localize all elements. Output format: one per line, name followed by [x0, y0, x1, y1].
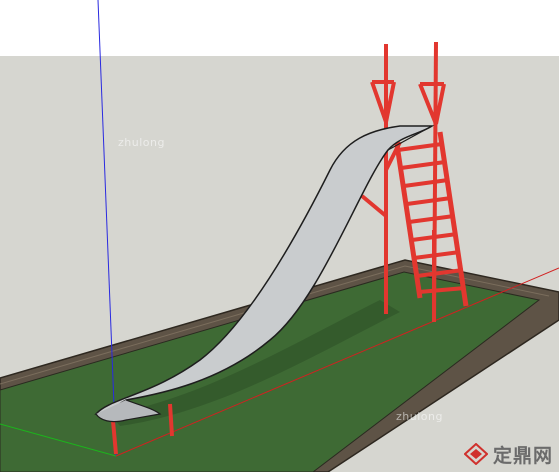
watermark-left: zhulong: [118, 136, 165, 149]
site-logo: 定鼎网: [463, 442, 553, 467]
watermark-right: zhulong: [396, 410, 443, 423]
sky: [0, 0, 559, 56]
viewport: zhulong zhulong 定鼎网: [0, 0, 559, 472]
slide-rear-leg: [168, 403, 174, 437]
logo-text: 定鼎网: [492, 444, 553, 467]
diamond-logo-icon: [463, 443, 488, 465]
model-scene: [0, 0, 559, 472]
